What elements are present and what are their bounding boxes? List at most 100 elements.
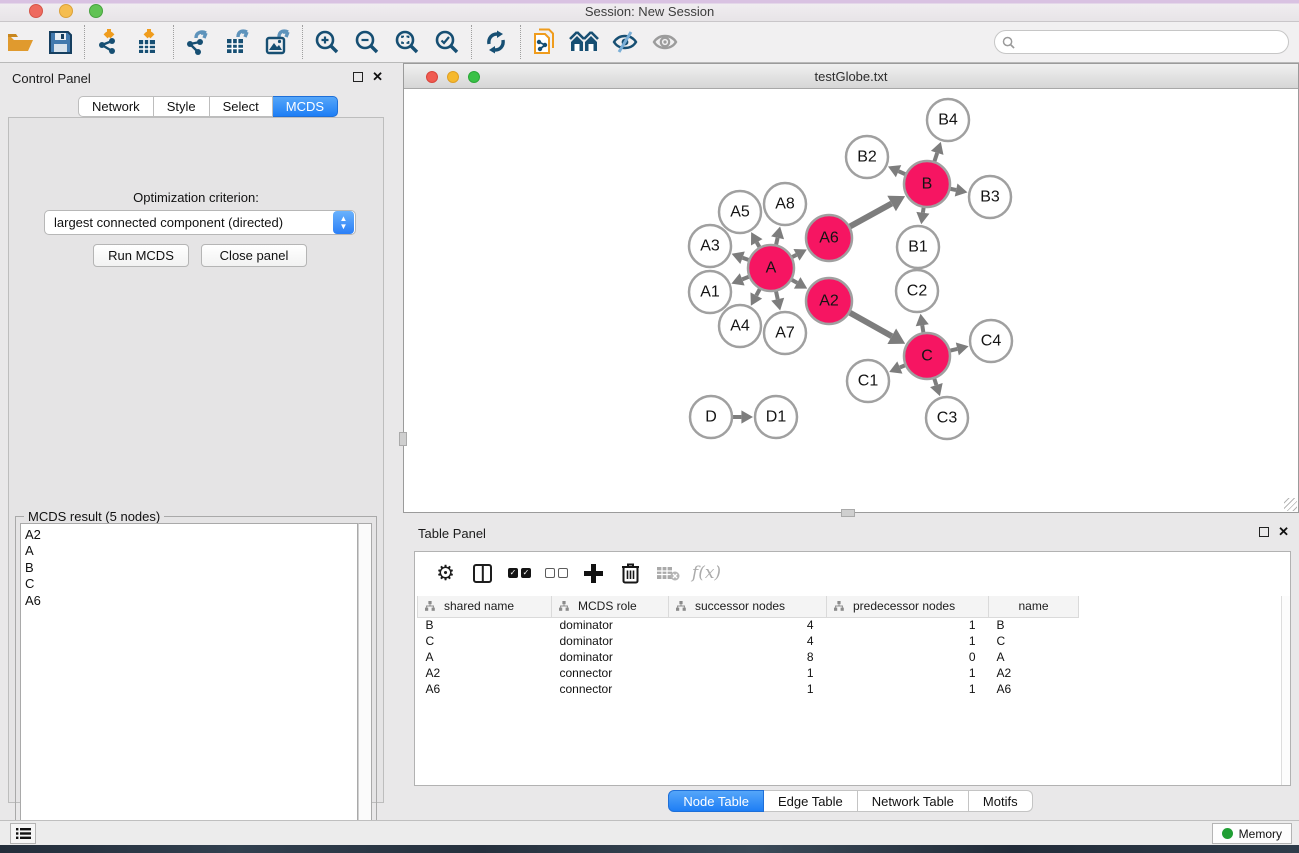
tab-mcds[interactable]: MCDS (273, 96, 338, 117)
table-cell[interactable]: 1 (827, 681, 989, 697)
graph-node-A2[interactable]: A2 (806, 278, 852, 324)
table-column-mode-button[interactable] (464, 555, 501, 591)
table-cell[interactable]: 1 (669, 681, 827, 697)
graph-node-B[interactable]: B (904, 161, 950, 207)
table-row[interactable]: Cdominator41C (418, 633, 1079, 649)
deselect-all-columns-button[interactable] (538, 555, 575, 591)
graph-node-A4[interactable]: A4 (719, 305, 761, 347)
zoom-out-button[interactable] (347, 24, 387, 60)
open-file-button[interactable] (0, 24, 40, 60)
tab-node-table[interactable]: Node Table (668, 790, 764, 812)
window-resize-handle[interactable] (1284, 498, 1297, 511)
table-cell[interactable]: C (418, 633, 552, 649)
search-field[interactable] (994, 30, 1289, 54)
table-cell[interactable]: B (418, 617, 552, 633)
table-cell[interactable]: 4 (669, 633, 827, 649)
graph-node-C[interactable]: C (904, 333, 950, 379)
mcds-result-item[interactable]: A6 (25, 593, 357, 609)
close-panel-button[interactable]: Close panel (201, 244, 307, 267)
table-cell[interactable]: dominator (552, 633, 669, 649)
first-neighbors-button[interactable] (565, 24, 605, 60)
close-panel-icon[interactable]: ✕ (372, 72, 383, 82)
close-table-panel-icon[interactable]: ✕ (1278, 527, 1289, 537)
horizontal-scroll-thumb[interactable] (841, 509, 855, 517)
table-cell[interactable]: 1 (827, 665, 989, 681)
graph-node-C1[interactable]: C1 (847, 360, 889, 402)
graph-node-A5[interactable]: A5 (719, 191, 761, 233)
table-scrollbar[interactable] (1281, 596, 1290, 785)
table-cell[interactable]: B (989, 617, 1079, 633)
table-cell[interactable]: A2 (418, 665, 552, 681)
table-row[interactable]: Bdominator41B (418, 617, 1079, 633)
table-cell[interactable]: A6 (418, 681, 552, 697)
graph-node-D1[interactable]: D1 (755, 396, 797, 438)
graph-node-B3[interactable]: B3 (969, 176, 1011, 218)
column-header[interactable]: successor nodes (669, 596, 827, 617)
table-cell[interactable]: A (418, 649, 552, 665)
graph-node-D[interactable]: D (690, 396, 732, 438)
graph-node-A1[interactable]: A1 (689, 271, 731, 313)
float-table-panel-icon[interactable] (1259, 527, 1269, 537)
import-table-button[interactable] (129, 24, 169, 60)
table-cell[interactable]: connector (552, 681, 669, 697)
mcds-result-item[interactable]: A (25, 543, 357, 559)
mcds-result-item[interactable]: A2 (25, 527, 357, 543)
table-cell[interactable]: A6 (989, 681, 1079, 697)
graph-node-A[interactable]: A (748, 245, 794, 291)
graph-node-B2[interactable]: B2 (846, 136, 888, 178)
export-network-button[interactable] (178, 24, 218, 60)
tab-network-table[interactable]: Network Table (858, 790, 969, 812)
graph-node-C4[interactable]: C4 (970, 320, 1012, 362)
column-header[interactable]: MCDS role (552, 596, 669, 617)
table-row[interactable]: A2connector11A2 (418, 665, 1079, 681)
task-history-button[interactable] (10, 823, 36, 844)
graph-node-A7[interactable]: A7 (764, 312, 806, 354)
tab-select[interactable]: Select (210, 96, 273, 117)
export-image-button[interactable] (258, 24, 298, 60)
tab-motifs[interactable]: Motifs (969, 790, 1033, 812)
tab-network[interactable]: Network (78, 96, 154, 117)
network-from-selection-button[interactable] (525, 24, 565, 60)
graph-node-C3[interactable]: C3 (926, 397, 968, 439)
select-all-columns-button[interactable]: ✓✓ (501, 555, 538, 591)
network-canvas[interactable]: B4B2BB3A5A8A6A3B1AC2A1A2A4A7C4CC1C3DD1 (405, 90, 1297, 511)
export-table-button[interactable] (218, 24, 258, 60)
network-window-titlebar[interactable]: testGlobe.txt (404, 64, 1298, 89)
run-mcds-button[interactable]: Run MCDS (93, 244, 189, 267)
tab-edge-table[interactable]: Edge Table (764, 790, 858, 812)
delete-table-button[interactable] (649, 555, 686, 591)
zoom-in-button[interactable] (307, 24, 347, 60)
table-cell[interactable]: 1 (827, 617, 989, 633)
table-cell[interactable]: A (989, 649, 1079, 665)
table-cell[interactable]: A2 (989, 665, 1079, 681)
table-cell[interactable]: connector (552, 665, 669, 681)
refresh-button[interactable] (476, 24, 516, 60)
delete-column-button[interactable] (612, 555, 649, 591)
hide-selection-button[interactable] (605, 24, 645, 60)
add-column-button[interactable] (575, 555, 612, 591)
table-cell[interactable]: 1 (669, 665, 827, 681)
table-cell[interactable]: 4 (669, 617, 827, 633)
import-network-button[interactable] (89, 24, 129, 60)
graph-node-B4[interactable]: B4 (927, 99, 969, 141)
column-header[interactable]: shared name (418, 596, 552, 617)
table-cell[interactable]: C (989, 633, 1079, 649)
zoom-fit-button[interactable] (387, 24, 427, 60)
table-cell[interactable]: dominator (552, 617, 669, 633)
memory-button[interactable]: Memory (1212, 823, 1292, 844)
table-cell[interactable]: 0 (827, 649, 989, 665)
graph-node-A8[interactable]: A8 (764, 183, 806, 225)
float-panel-icon[interactable] (353, 72, 363, 82)
tab-style[interactable]: Style (154, 96, 210, 117)
save-session-button[interactable] (40, 24, 80, 60)
graph-node-A6[interactable]: A6 (806, 215, 852, 261)
table-cell[interactable]: dominator (552, 649, 669, 665)
table-cell[interactable]: 8 (669, 649, 827, 665)
table-cell[interactable]: 1 (827, 633, 989, 649)
function-builder-button[interactable]: f(x) (686, 555, 723, 591)
show-all-button[interactable] (645, 24, 685, 60)
table-row[interactable]: Adominator80A (418, 649, 1079, 665)
search-input[interactable] (1019, 35, 1288, 49)
column-header[interactable]: name (989, 596, 1079, 617)
mcds-result-scrollbar[interactable] (358, 523, 372, 851)
